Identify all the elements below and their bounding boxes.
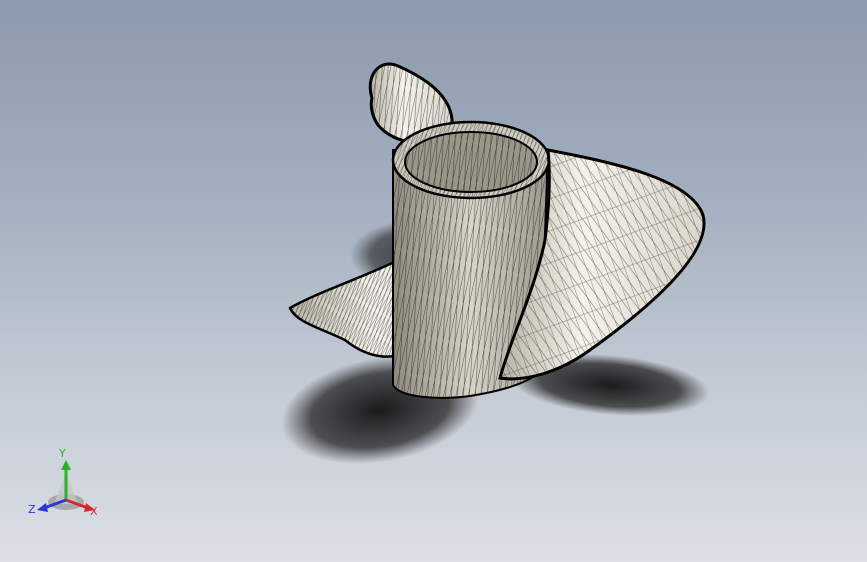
graphics-viewport[interactable]: Y X Z xyxy=(0,0,867,562)
triad-y-label: Y xyxy=(59,447,66,460)
triad-x-label: X xyxy=(90,505,98,518)
view-triad[interactable]: Y X Z xyxy=(24,446,108,526)
triad-z-label: Z xyxy=(28,503,36,516)
model-view[interactable] xyxy=(0,0,867,562)
